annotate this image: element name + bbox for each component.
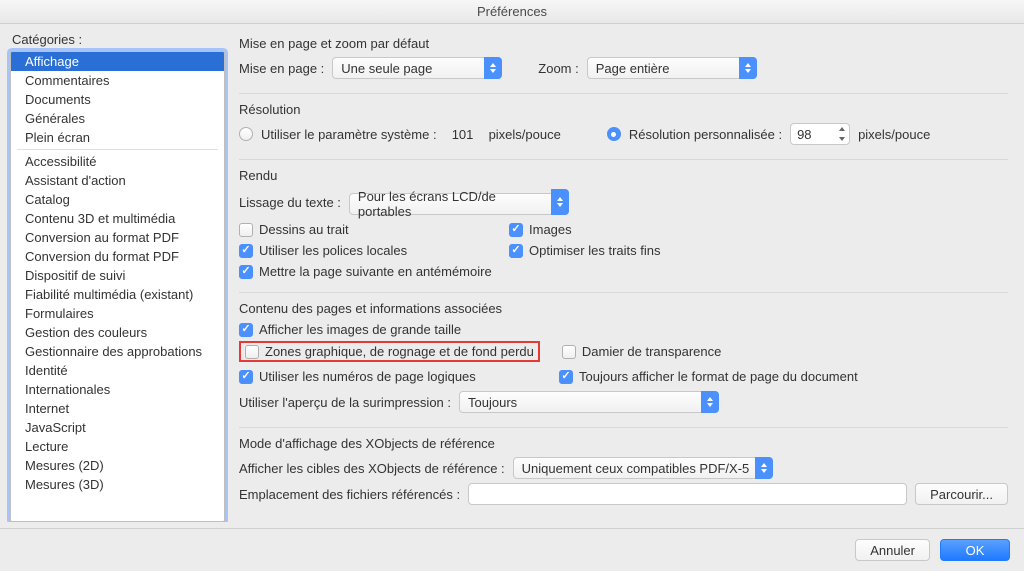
checkbox-logical-pages[interactable] [239,370,253,384]
artbox-label: Zones graphique, de rognage et de fond p… [265,344,534,359]
cache-next-label: Mettre la page suivante en antémémoire [259,264,492,279]
checkbox-local-fonts[interactable] [239,244,253,258]
list-item[interactable]: Contenu 3D et multimédia [11,209,224,228]
overprint-label: Utiliser l'aperçu de la surimpression : [239,395,451,410]
list-item[interactable]: Documents [11,90,224,109]
list-separator [17,149,218,150]
list-item[interactable]: Gestion des couleurs [11,323,224,342]
checkbox-thin-lines[interactable] [509,244,523,258]
stepper-icon[interactable] [835,124,849,144]
window-title: Préférences [0,0,1024,24]
checkbox-images[interactable] [509,223,523,237]
section-xobjects-title: Mode d'affichage des XObjects de référen… [239,436,1008,451]
list-item[interactable]: Gestionnaire des approbations [11,342,224,361]
list-item[interactable]: Assistant d'action [11,171,224,190]
list-item[interactable]: JavaScript [11,418,224,437]
list-item[interactable]: Internationales [11,380,224,399]
page-format-label: Toujours afficher le format de page du d… [579,369,858,384]
chevron-updown-icon [755,457,773,479]
list-item[interactable]: Identité [11,361,224,380]
chevron-updown-icon [739,57,757,79]
custom-resolution-input[interactable]: 98 [790,123,850,145]
list-item[interactable]: Affichage [11,52,224,71]
section-layout-title: Mise en page et zoom par défaut [239,36,1008,51]
large-images-label: Afficher les images de grande taille [259,322,461,337]
images-label: Images [529,222,572,237]
xobject-targets-select[interactable]: Uniquement ceux compatibles PDF/X-5 [513,457,773,479]
sidebar: Catégories : AffichageCommentairesDocume… [10,32,225,522]
section-rendering: Rendu Lissage du texte : Pour les écrans… [239,168,1008,293]
dialog-footer: Annuler OK [0,528,1024,571]
highlighted-option: Zones graphique, de rognage et de fond p… [239,341,540,362]
overprint-select[interactable]: Toujours [459,391,719,413]
list-item[interactable]: Plein écran [11,128,224,147]
section-xobjects: Mode d'affichage des XObjects de référen… [239,436,1008,519]
section-rendering-title: Rendu [239,168,1008,183]
line-art-label: Dessins au trait [259,222,349,237]
checkbox-line-art[interactable] [239,223,253,237]
text-smoothing-select[interactable]: Pour les écrans LCD/de portables [349,189,569,215]
checkbox-page-format[interactable] [559,370,573,384]
logical-pages-label: Utiliser les numéros de page logiques [259,369,476,384]
section-layout: Mise en page et zoom par défaut Mise en … [239,36,1008,94]
page-layout-select[interactable]: Une seule page [332,57,502,79]
list-item[interactable]: Commentaires [11,71,224,90]
ok-button[interactable]: OK [940,539,1010,561]
text-smoothing-label: Lissage du texte : [239,195,341,210]
resolution-unit-1: pixels/pouce [489,127,561,142]
section-pagecontent: Contenu des pages et informations associ… [239,301,1008,428]
system-resolution-label: Utiliser le paramètre système : [261,127,437,142]
browse-button[interactable]: Parcourir... [915,483,1008,505]
xobject-targets-label: Afficher les cibles des XObjects de réfé… [239,461,505,476]
list-item[interactable]: Mesures (3D) [11,475,224,494]
chevron-updown-icon [551,189,569,215]
checkbox-transparency-grid[interactable] [562,345,576,359]
list-item[interactable]: Conversion au format PDF [11,228,224,247]
list-item[interactable]: Mesures (2D) [11,456,224,475]
list-item[interactable]: Fiabilité multimédia (existant) [11,285,224,304]
list-item[interactable]: Internet [11,399,224,418]
section-resolution: Résolution Utiliser le paramètre système… [239,102,1008,160]
section-resolution-title: Résolution [239,102,1008,117]
checkbox-large-images[interactable] [239,323,253,337]
list-item[interactable]: Catalog [11,190,224,209]
list-item[interactable]: Dispositif de suivi [11,266,224,285]
sidebar-label: Catégories : [10,32,225,47]
list-item[interactable]: Conversion du format PDF [11,247,224,266]
local-fonts-label: Utiliser les polices locales [259,243,407,258]
list-item[interactable]: Formulaires [11,304,224,323]
checkbox-cache-next[interactable] [239,265,253,279]
radio-system-resolution[interactable] [239,127,253,141]
cancel-button[interactable]: Annuler [855,539,930,561]
transparency-grid-label: Damier de transparence [582,344,721,359]
checkbox-artbox[interactable] [245,345,259,359]
chevron-updown-icon [484,57,502,79]
list-item[interactable]: Lecture [11,437,224,456]
thin-lines-label: Optimiser les traits fins [529,243,660,258]
main-panel: Mise en page et zoom par défaut Mise en … [239,32,1014,522]
resolution-unit-2: pixels/pouce [858,127,930,142]
custom-resolution-label: Résolution personnalisée : [629,127,782,142]
radio-custom-resolution[interactable] [607,127,621,141]
page-layout-label: Mise en page : [239,61,324,76]
category-listbox[interactable]: AffichageCommentairesDocumentsGénéralesP… [10,51,225,522]
list-item[interactable]: Accessibilité [11,152,224,171]
zoom-select[interactable]: Page entière [587,57,757,79]
list-item[interactable]: Générales [11,109,224,128]
xobject-location-input[interactable] [468,483,907,505]
xobject-location-label: Emplacement des fichiers référencés : [239,487,460,502]
chevron-updown-icon [701,391,719,413]
zoom-label: Zoom : [538,61,578,76]
section-pagecontent-title: Contenu des pages et informations associ… [239,301,1008,316]
system-resolution-value: 101 [445,127,481,142]
